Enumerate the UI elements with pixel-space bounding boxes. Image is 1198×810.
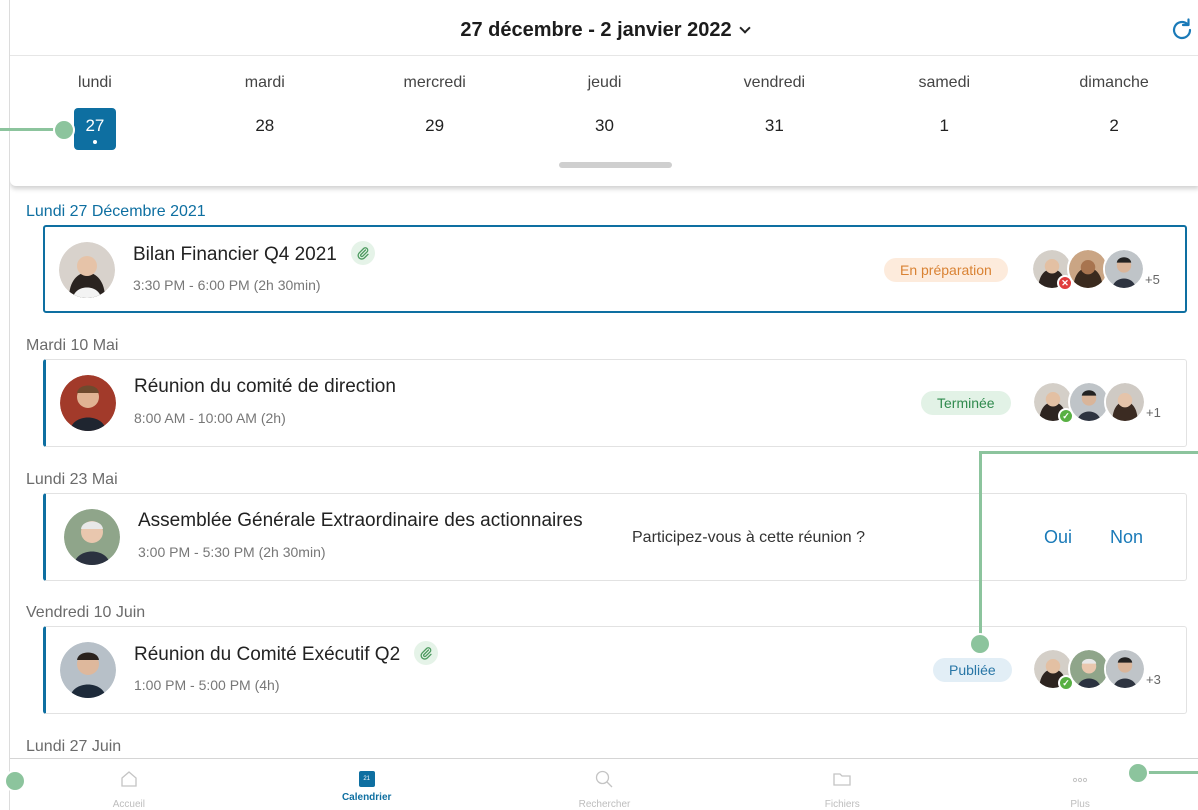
tab-label: Calendrier xyxy=(341,792,392,803)
day-sunday[interactable]: dimanche 2 xyxy=(1029,72,1198,152)
tab-rechercher[interactable]: Rechercher xyxy=(486,759,724,810)
participants[interactable]: ✕ +5 xyxy=(1031,248,1181,292)
day-name: dimanche xyxy=(1079,74,1149,91)
chevron-down-icon xyxy=(738,22,751,34)
day-friday[interactable]: vendredi 31 xyxy=(689,72,859,152)
app-window: 27 décembre - 2 janvier 2022 lundi 27 ma… xyxy=(9,0,1198,810)
event-title: Assemblée Générale Extraordinaire des ac… xyxy=(138,510,583,531)
status-badge: Publiée xyxy=(933,658,1012,682)
tab-label: Fichiers xyxy=(824,799,860,810)
status-badge: Terminée xyxy=(921,391,1011,415)
date-header: Lundi 27 Décembre 2021 xyxy=(26,203,206,220)
week-range-label: 27 décembre - 2 janvier 2022 xyxy=(460,19,732,41)
date-header: Lundi 23 Mai xyxy=(26,471,118,488)
event-time: 1:00 PM - 5:00 PM (4h) xyxy=(134,677,280,693)
day-monday[interactable]: lundi 27 xyxy=(10,72,180,152)
more-participants-count: +5 xyxy=(1145,272,1160,287)
event-time: 3:30 PM - 6:00 PM (2h 30min) xyxy=(133,277,321,293)
day-number[interactable]: 29 xyxy=(414,108,456,150)
annotation-marker xyxy=(969,633,991,655)
participant-avatar xyxy=(1103,248,1145,290)
event-list: Lundi 27 Décembre 2021 Bilan Financier Q… xyxy=(10,186,1198,758)
day-name: lundi xyxy=(78,74,112,91)
drag-handle[interactable] xyxy=(559,162,672,168)
tab-accueil[interactable]: Accueil xyxy=(10,759,248,810)
calendar-icon: 21 xyxy=(358,771,375,787)
event-title: Réunion du Comité Exécutif Q2 xyxy=(134,641,439,667)
day-thursday[interactable]: jeudi 30 xyxy=(520,72,690,152)
day-number[interactable]: 30 xyxy=(584,108,626,150)
home-icon xyxy=(121,771,137,787)
day-number-selected[interactable]: 27 xyxy=(73,108,116,150)
participants[interactable]: ✓ +3 xyxy=(1032,648,1182,692)
date-header: Vendredi 10 Juin xyxy=(26,604,146,621)
day-saturday[interactable]: samedi 1 xyxy=(859,72,1029,152)
more-participants-count: +1 xyxy=(1146,405,1161,420)
event-title: Réunion du comité de direction xyxy=(134,376,396,397)
day-number[interactable]: 28 xyxy=(244,108,286,150)
week-days-strip: lundi 27 mardi 28 mercredi 29 jeudi 30 v… xyxy=(10,72,1198,152)
annotation-line xyxy=(979,451,982,643)
day-name: vendredi xyxy=(743,74,806,91)
participant-avatar xyxy=(1104,381,1146,423)
tab-plus[interactable]: Plus xyxy=(961,759,1198,810)
event-time: 3:00 PM - 5:30 PM (2h 30min) xyxy=(138,544,326,560)
participant-avatar xyxy=(1104,648,1146,690)
paperclip-icon xyxy=(414,641,439,665)
paperclip-icon xyxy=(350,241,375,265)
refresh-icon[interactable] xyxy=(1169,17,1195,43)
rsvp-question: Participez-vous à cette réunion ? xyxy=(632,529,866,546)
rsvp-yes-button[interactable]: Oui xyxy=(1044,527,1072,548)
organizer-avatar xyxy=(60,642,116,698)
organizer-avatar xyxy=(59,242,115,298)
rsvp-no-button[interactable]: Non xyxy=(1110,527,1143,548)
day-number[interactable]: 31 xyxy=(753,108,795,150)
date-header: Mardi 10 Mai xyxy=(26,337,119,354)
organizer-avatar xyxy=(60,375,116,431)
tab-label: Rechercher xyxy=(578,799,631,810)
day-name: jeudi xyxy=(587,74,622,91)
tab-label: Accueil xyxy=(112,799,146,810)
annotation-marker xyxy=(1127,762,1149,784)
tab-bar: Accueil 21 Calendrier Rechercher Fichier… xyxy=(10,758,1198,810)
day-wednesday[interactable]: mercredi 29 xyxy=(350,72,520,152)
day-name: mardi xyxy=(244,74,285,91)
event-card[interactable]: Réunion du comité de direction 8:00 AM -… xyxy=(43,359,1187,447)
day-name: mercredi xyxy=(403,74,466,91)
week-range-selector[interactable]: 27 décembre - 2 janvier 2022 xyxy=(10,19,1198,42)
more-icon xyxy=(1072,777,1088,783)
search-icon xyxy=(596,770,613,788)
annotation-marker xyxy=(4,770,26,792)
tab-label: Plus xyxy=(1070,799,1090,810)
header-divider xyxy=(10,55,1198,56)
event-title: Bilan Financier Q4 2021 xyxy=(133,241,375,267)
day-number[interactable]: 1 xyxy=(923,108,965,150)
participants[interactable]: ✓ +1 xyxy=(1032,381,1182,425)
date-header: Lundi 27 Juin xyxy=(26,738,122,755)
organizer-avatar xyxy=(64,509,120,565)
event-card[interactable]: Réunion du Comité Exécutif Q2 1:00 PM - … xyxy=(43,626,1187,714)
folder-icon xyxy=(833,773,851,786)
more-participants-count: +3 xyxy=(1146,672,1161,687)
event-card[interactable]: Bilan Financier Q4 2021 3:30 PM - 6:00 P… xyxy=(43,225,1187,313)
event-card[interactable]: Assemblée Générale Extraordinaire des ac… xyxy=(43,493,1187,581)
day-tuesday[interactable]: mardi 28 xyxy=(180,72,350,152)
week-header: 27 décembre - 2 janvier 2022 lundi 27 ma… xyxy=(10,0,1198,186)
tab-calendrier[interactable]: 21 Calendrier xyxy=(248,759,486,810)
day-name: samedi xyxy=(918,74,971,91)
annotation-marker xyxy=(53,119,75,141)
day-number[interactable]: 2 xyxy=(1093,108,1135,150)
annotation-line xyxy=(979,451,1198,454)
tab-fichiers[interactable]: Fichiers xyxy=(723,759,961,810)
status-badge: En préparation xyxy=(884,258,1008,282)
event-time: 8:00 AM - 10:00 AM (2h) xyxy=(134,410,286,426)
